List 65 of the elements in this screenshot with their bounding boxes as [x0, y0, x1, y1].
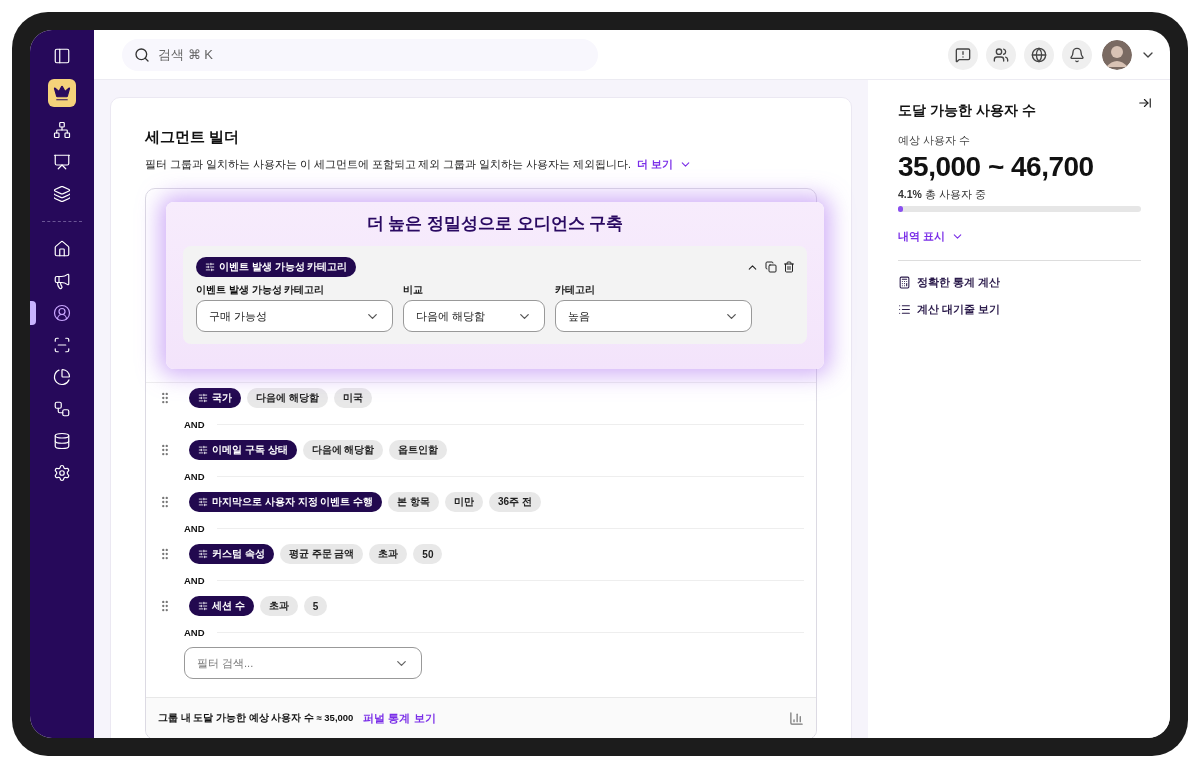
crown-icon — [53, 84, 71, 102]
sliders-icon — [198, 445, 208, 455]
filter-value[interactable]: 다음에 해당함 — [302, 440, 384, 460]
dropdown[interactable]: 다음에 해당함 — [403, 300, 545, 332]
filter-chip[interactable]: 국가 — [189, 388, 241, 408]
copy-icon[interactable] — [765, 260, 777, 274]
feedback-icon[interactable] — [948, 39, 978, 70]
bell-icon[interactable] — [1062, 39, 1092, 70]
sliders-icon — [198, 497, 208, 507]
sliders-icon — [198, 549, 208, 559]
dropdown[interactable]: 높음 — [555, 300, 752, 332]
action-link[interactable]: 정확한 통계 계산 — [898, 275, 1148, 290]
share-text: 4.1% 총 사용자 중 — [898, 188, 987, 202]
filter-value[interactable]: 초과 — [259, 596, 298, 616]
overlay-title: 더 높은 정밀성으로 오디언스 구축 — [365, 213, 625, 235]
filter-value[interactable]: 36주 전 — [488, 492, 541, 512]
calculator-icon — [898, 276, 911, 289]
filter-value[interactable]: 평균 주문 금액 — [279, 544, 364, 564]
and-label: AND — [184, 523, 205, 534]
filter-value[interactable]: 미국 — [333, 388, 372, 408]
sliders-icon — [198, 393, 208, 403]
avatar-icon[interactable] — [1102, 39, 1132, 70]
filter-chip[interactable]: 세션 수 — [189, 596, 254, 616]
active-indicator — [30, 301, 36, 325]
field-label: 비교 — [403, 283, 424, 297]
search-field[interactable]: 검색 ⌘ K — [122, 38, 598, 71]
users-icon[interactable] — [986, 39, 1016, 70]
sliders-icon — [205, 262, 215, 272]
filter-value[interactable]: 50 — [413, 544, 443, 564]
collapse-icon[interactable] — [1138, 96, 1152, 110]
globe-icon[interactable] — [1024, 39, 1054, 70]
action-link[interactable]: 계산 대기줄 보기 — [898, 302, 1148, 317]
footer-text: 그룹 내 도달 가능한 예상 사용자 수 ≈ 35,000 — [158, 712, 354, 725]
filter-chip[interactable]: 이벤트 발생 가능성 카테고리 — [196, 257, 357, 277]
sliders-icon — [198, 601, 208, 611]
more-link[interactable]: 더 보기 — [637, 157, 693, 172]
trash-icon[interactable] — [783, 260, 795, 274]
and-label: AND — [184, 627, 205, 638]
and-label: AND — [184, 471, 205, 482]
filter-value[interactable]: 옵트인함 — [389, 440, 448, 460]
panel-title: 도달 가능한 사용자 수 — [898, 102, 1037, 120]
filter-chip[interactable]: 이메일 구독 상태 — [189, 440, 297, 460]
field-label: 이벤트 발생 가능성 카테고리 — [196, 283, 326, 297]
breakdown-link[interactable]: 내역 표시 — [898, 229, 965, 244]
crown-button[interactable] — [48, 79, 76, 107]
filter-value[interactable]: 본 항목 — [388, 492, 439, 512]
and-label: AND — [184, 575, 205, 586]
bar-chart-icon[interactable] — [789, 711, 804, 726]
description: 필터 그룹과 일치하는 사용자는 이 세그먼트에 포함되고 제외 그룹과 일치하는 사용자는 제외됩니다. — [145, 157, 631, 172]
section-title: 세그먼트 빌더 — [145, 128, 241, 147]
filter-chip[interactable]: 커스텀 속성 — [189, 544, 274, 564]
filter-value[interactable]: 미만 — [444, 492, 483, 512]
filter-value[interactable]: 다음에 해당함 — [247, 388, 328, 408]
estimate-label: 예상 사용자 수 — [898, 134, 971, 148]
search-icon — [134, 46, 150, 63]
filter-chip[interactable]: 마지막으로 사용자 지정 이벤트 수행 — [189, 492, 383, 512]
filter-value[interactable]: 5 — [303, 596, 328, 616]
dropdown[interactable]: 구매 가능성 — [196, 300, 393, 332]
and-label: AND — [184, 419, 205, 430]
field-label: 카테고리 — [555, 283, 596, 297]
list-icon — [898, 303, 911, 316]
user-range: 35,000 ~ 46,700 — [898, 151, 1095, 183]
funnel-stats-link[interactable]: 퍼널 통계 보기 — [363, 711, 436, 726]
filter-search-field[interactable]: 필터 검색... — [184, 647, 422, 679]
filter-value[interactable]: 초과 — [369, 544, 408, 564]
